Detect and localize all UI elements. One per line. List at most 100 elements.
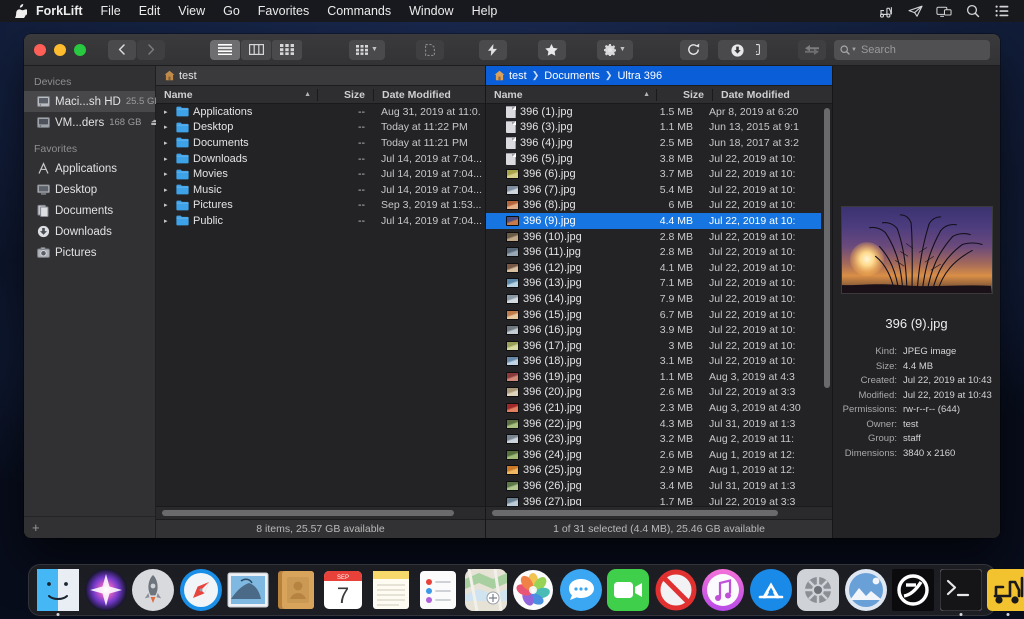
table-row[interactable]: 396 (18).jpg3.1 MBJul 22, 2019 at 10:: [486, 354, 821, 370]
menu-app-name[interactable]: ForkLift: [32, 0, 92, 22]
dock-item-mail[interactable]: [227, 569, 269, 611]
dock-item-launchpad[interactable]: [132, 569, 174, 611]
left-breadcrumb[interactable]: test: [156, 66, 485, 86]
dock-item-messages[interactable]: [560, 569, 602, 611]
download-button[interactable]: [718, 40, 756, 60]
sidebar-item-downloads[interactable]: Downloads: [24, 221, 155, 242]
back-button[interactable]: [108, 40, 136, 60]
table-row[interactable]: 396 (13).jpg7.1 MBJul 22, 2019 at 10:: [486, 276, 821, 292]
column-header-date[interactable]: Date Modified: [373, 89, 485, 101]
column-header-size[interactable]: Size: [317, 89, 373, 101]
refresh-button[interactable]: [680, 40, 708, 60]
right-vertical-scrollbar[interactable]: [821, 104, 832, 506]
dock-item-terminal[interactable]: [940, 569, 982, 611]
table-row[interactable]: 396 (3).jpg1.1 MBJun 13, 2015 at 9:1: [486, 120, 821, 136]
new-file-button[interactable]: [416, 40, 444, 60]
scrollbar-thumb[interactable]: [162, 510, 454, 516]
dock-item-calendar[interactable]: SEP7: [322, 569, 364, 611]
dock-item-reminders[interactable]: [417, 569, 459, 611]
screen-sharing-icon[interactable]: [936, 4, 952, 18]
dock-item-logo-app[interactable]: [892, 569, 934, 611]
dock-item-siri[interactable]: [85, 569, 127, 611]
forward-button[interactable]: [137, 40, 165, 60]
control-center-icon[interactable]: [994, 4, 1010, 18]
menu-window[interactable]: Window: [400, 0, 462, 22]
dock-item-finder[interactable]: [37, 569, 79, 611]
right-horizontal-scrollbar[interactable]: [486, 506, 832, 519]
menu-favorites[interactable]: Favorites: [249, 0, 318, 22]
table-row[interactable]: 396 (19).jpg1.1 MBAug 3, 2019 at 4:3: [486, 369, 821, 385]
column-header-date[interactable]: Date Modified: [712, 89, 832, 101]
column-header-name[interactable]: Name ▲: [156, 89, 317, 101]
table-row[interactable]: 396 (5).jpg3.8 MBJul 22, 2019 at 10:: [486, 151, 821, 167]
table-row[interactable]: ▸Applications--Aug 31, 2019 at 11:0.: [156, 104, 485, 120]
dock-item-system-preferences[interactable]: [797, 569, 839, 611]
table-row[interactable]: 396 (22).jpg4.3 MBJul 31, 2019 at 1:3: [486, 416, 821, 432]
sidebar-add-button[interactable]: +: [24, 516, 155, 538]
dock-item-notes[interactable]: [370, 569, 412, 611]
left-horizontal-scrollbar[interactable]: [156, 506, 485, 519]
icon-view-button[interactable]: [272, 40, 302, 60]
list-view-button[interactable]: [210, 40, 240, 60]
search-input[interactable]: Search: [861, 44, 896, 56]
minimize-window-button[interactable]: [54, 44, 66, 56]
sync-button[interactable]: [798, 40, 826, 60]
table-row[interactable]: ▸Public--Jul 14, 2019 at 7:04...: [156, 213, 485, 229]
table-row[interactable]: 396 (1).jpg1.5 MBApr 8, 2019 at 6:20: [486, 104, 821, 120]
table-row[interactable]: 396 (16).jpg3.9 MBJul 22, 2019 at 10:: [486, 322, 821, 338]
scrollbar-thumb[interactable]: [492, 510, 778, 516]
table-row[interactable]: 396 (21).jpg2.3 MBAug 3, 2019 at 4:30: [486, 400, 821, 416]
menu-file[interactable]: File: [92, 0, 130, 22]
column-view-button[interactable]: [241, 40, 271, 60]
disclosure-triangle-icon[interactable]: ▸: [164, 186, 172, 194]
column-header-size[interactable]: Size: [656, 89, 712, 101]
menu-help[interactable]: Help: [463, 0, 507, 22]
table-row[interactable]: 396 (24).jpg2.6 MBAug 1, 2019 at 12:: [486, 447, 821, 463]
quick-action-button[interactable]: [479, 40, 507, 60]
breadcrumb-segment[interactable]: Documents: [544, 70, 600, 82]
dock-item-itunes[interactable]: [702, 569, 744, 611]
disclosure-triangle-icon[interactable]: ▸: [164, 155, 172, 163]
search-icon[interactable]: [965, 4, 981, 18]
table-row[interactable]: 396 (11).jpg2.8 MBJul 22, 2019 at 10:: [486, 244, 821, 260]
table-row[interactable]: ▸Movies--Jul 14, 2019 at 7:04...: [156, 166, 485, 182]
dock-item-photos[interactable]: [512, 569, 554, 611]
dock-item-facetime[interactable]: [607, 569, 649, 611]
sidebar-item-pictures[interactable]: Pictures: [24, 242, 155, 263]
table-row[interactable]: ▸Music--Jul 14, 2019 at 7:04...: [156, 182, 485, 198]
table-row[interactable]: 396 (15).jpg6.7 MBJul 22, 2019 at 10:: [486, 307, 821, 323]
disclosure-triangle-icon[interactable]: ▸: [164, 108, 172, 116]
table-row[interactable]: 396 (20).jpg2.6 MBJul 22, 2019 at 3:3: [486, 385, 821, 401]
table-row[interactable]: ▸Documents--Today at 11:21 PM: [156, 135, 485, 151]
dock-item-maps[interactable]: [465, 569, 507, 611]
column-header-name[interactable]: Name ▲: [486, 89, 656, 101]
arrange-dropdown-button[interactable]: ▼: [349, 40, 385, 60]
table-row[interactable]: 396 (25).jpg2.9 MBAug 1, 2019 at 12:: [486, 463, 821, 479]
menu-edit[interactable]: Edit: [130, 0, 170, 22]
sidebar-item-applications[interactable]: Applications: [24, 158, 155, 179]
disclosure-triangle-icon[interactable]: ▸: [164, 139, 172, 147]
maximize-window-button[interactable]: [74, 44, 86, 56]
table-row[interactable]: 396 (14).jpg7.9 MBJul 22, 2019 at 10:: [486, 291, 821, 307]
left-file-list[interactable]: ▸Applications--Aug 31, 2019 at 11:0.▸Des…: [156, 104, 485, 506]
table-row[interactable]: 396 (23).jpg3.2 MBAug 2, 2019 at 11:: [486, 431, 821, 447]
sidebar-item-desktop[interactable]: Desktop: [24, 179, 155, 200]
table-row[interactable]: 396 (12).jpg4.1 MBJul 22, 2019 at 10:: [486, 260, 821, 276]
paper-plane-icon[interactable]: [907, 4, 923, 18]
breadcrumb-segment[interactable]: Ultra 396: [617, 70, 662, 82]
table-row[interactable]: ▸Downloads--Jul 14, 2019 at 7:04...: [156, 151, 485, 167]
sidebar-item-vm-folders[interactable]: VM...ders 168 GB ⏏: [24, 112, 155, 133]
right-breadcrumb[interactable]: test ❯ Documents ❯ Ultra 396: [486, 66, 832, 86]
favorites-button[interactable]: [538, 40, 566, 60]
menu-go[interactable]: Go: [214, 0, 249, 22]
table-row[interactable]: 396 (17).jpg3 MBJul 22, 2019 at 10:: [486, 338, 821, 354]
table-row[interactable]: 396 (4).jpg2.5 MBJun 18, 2017 at 3:2: [486, 135, 821, 151]
table-row[interactable]: 396 (8).jpg6 MBJul 22, 2019 at 10:: [486, 198, 821, 214]
table-row[interactable]: ▸Pictures--Sep 3, 2019 at 1:53...: [156, 198, 485, 214]
settings-dropdown-button[interactable]: ▼: [597, 40, 633, 60]
scrollbar-thumb[interactable]: [824, 108, 830, 388]
table-row[interactable]: 396 (7).jpg5.4 MBJul 22, 2019 at 10:: [486, 182, 821, 198]
table-row[interactable]: 396 (6).jpg3.7 MBJul 22, 2019 at 10:: [486, 166, 821, 182]
search-field[interactable]: ▼ Search: [834, 40, 990, 60]
menu-view[interactable]: View: [169, 0, 214, 22]
